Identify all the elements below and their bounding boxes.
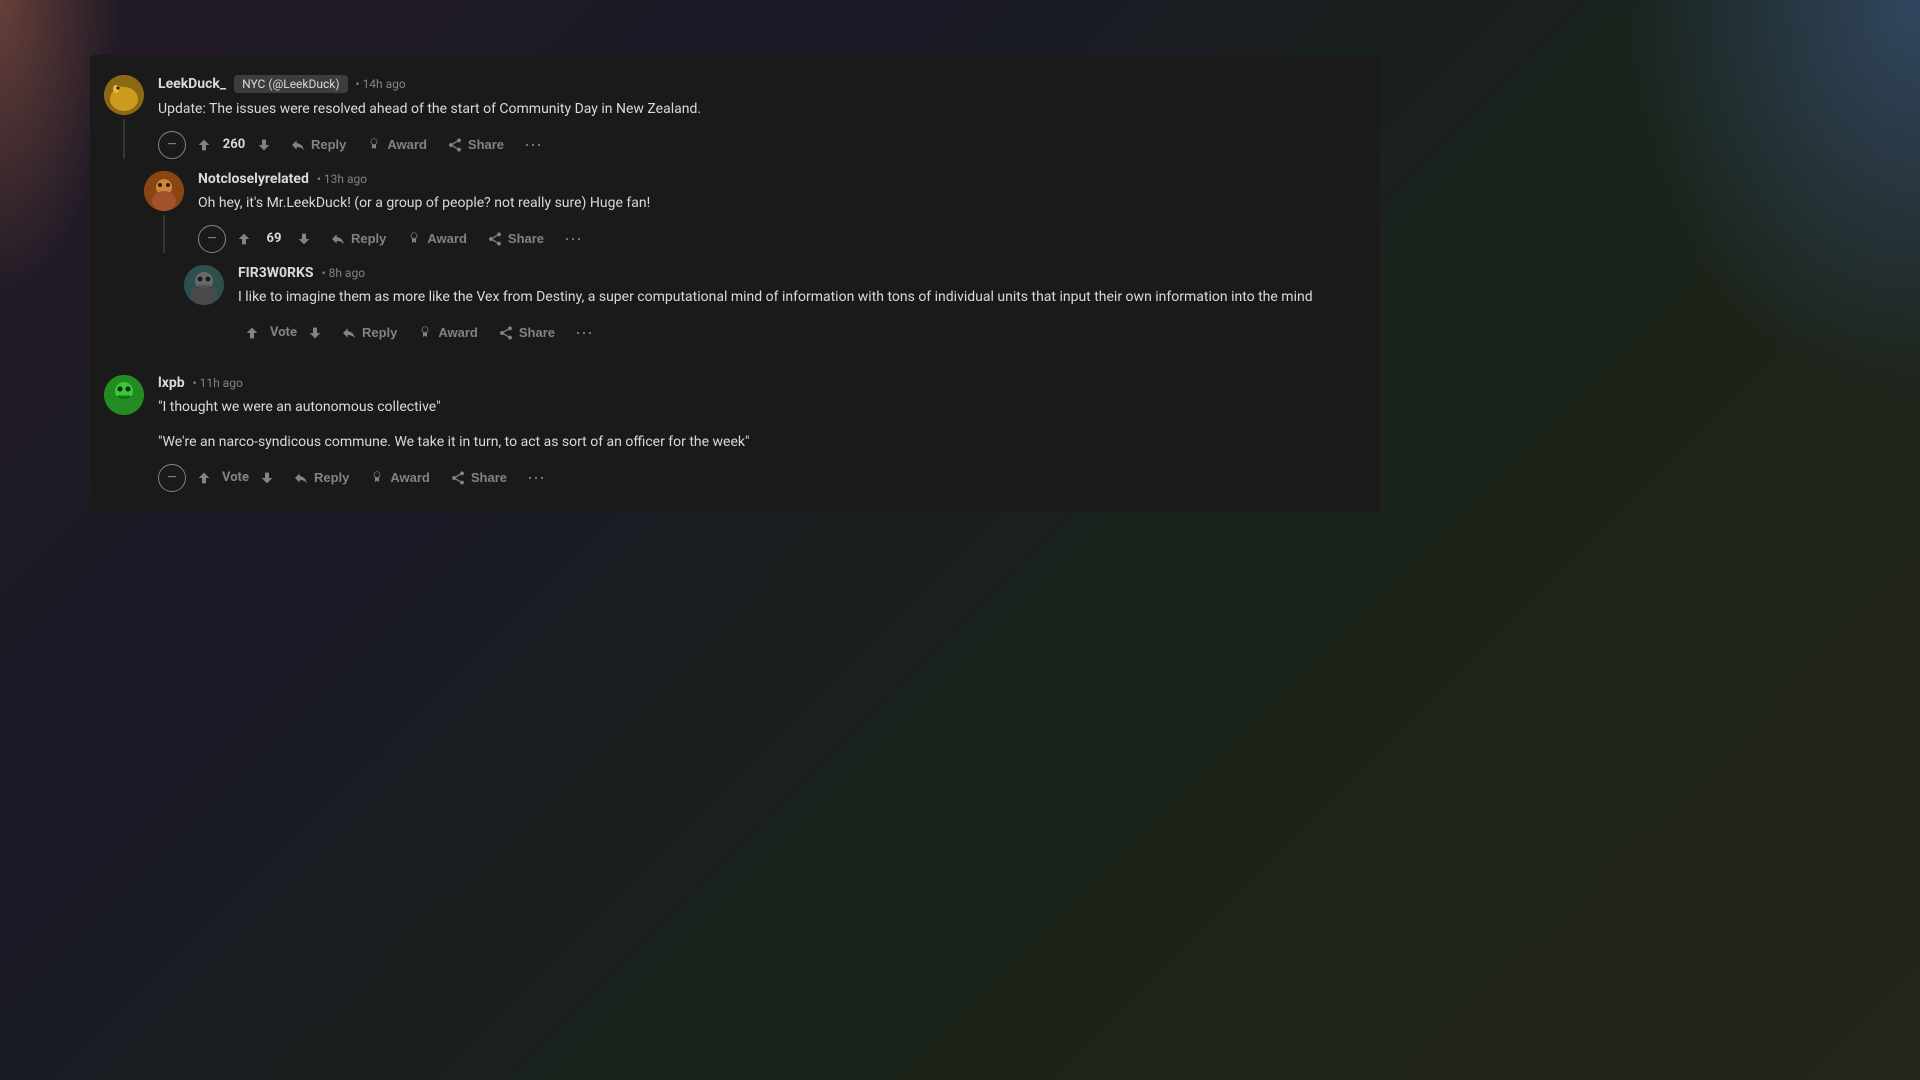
collapse-button-leekduck[interactable]: − <box>158 131 186 159</box>
award-icon <box>366 137 382 153</box>
share-icon-lxpb <box>450 470 466 486</box>
vote-label-fir3w0rks: Vote <box>270 325 297 340</box>
comment-body-notclosely: Notcloselyrelated • 13h ago Oh hey, it's… <box>188 171 1360 253</box>
timestamp-lxpb: • 11h ago <box>193 376 243 390</box>
downvote-button-fir3w0rks[interactable] <box>301 321 329 345</box>
comment-body-lxpb: lxpb • 11h ago "I thought we were an aut… <box>148 375 1360 492</box>
share-button-fir3w0rks[interactable]: Share <box>490 319 563 347</box>
downvote-icon-lxpb <box>259 470 275 486</box>
comment-body-leekduck: LeekDuck_ NYC (@LeekDuck) • 14h ago Upda… <box>148 75 1360 159</box>
replies-level1: Notcloselyrelated • 13h ago Oh hey, it's… <box>140 171 1360 347</box>
reply-icon-notclosely <box>330 231 346 247</box>
upvote-button-lxpb[interactable] <box>190 466 218 490</box>
share-icon-fir3w0rks <box>498 325 514 341</box>
action-bar-notclosely: − 69 Reply Award <box>198 224 1360 253</box>
upvote-icon <box>196 137 212 153</box>
more-options-button-lxpb[interactable]: ··· <box>519 463 553 492</box>
comment-text-lxpb-2: "We're an narco-syndicous commune. We ta… <box>158 432 1360 453</box>
award-button-lxpb[interactable]: Award <box>361 464 438 492</box>
reply-button-lxpb[interactable]: Reply <box>285 464 357 492</box>
comment-notclosely: Notcloselyrelated • 13h ago Oh hey, it's… <box>140 171 1360 253</box>
avatar-leekduck <box>104 75 144 115</box>
reply-icon-lxpb <box>293 470 309 486</box>
timestamp-leekduck: • 14h ago <box>356 77 406 91</box>
share-icon <box>447 137 463 153</box>
award-icon-notclosely <box>406 231 422 247</box>
vote-count-leekduck: 260 <box>222 137 246 152</box>
upvote-icon-fir3w0rks <box>244 325 260 341</box>
upvote-icon-notclosely <box>236 231 252 247</box>
timestamp-notclosely: • 13h ago <box>317 172 367 186</box>
comment-lxpb-wrapper: lxpb • 11h ago "I thought we were an aut… <box>100 375 1360 492</box>
share-button-notclosely[interactable]: Share <box>479 225 552 253</box>
comment-header-leekduck: LeekDuck_ NYC (@LeekDuck) • 14h ago <box>158 75 1360 93</box>
reply-icon-fir3w0rks <box>341 325 357 341</box>
downvote-button-notclosely[interactable] <box>290 227 318 251</box>
reply-icon <box>290 137 306 153</box>
share-icon-notclosely <box>487 231 503 247</box>
username-notclosely: Notcloselyrelated <box>198 171 309 187</box>
downvote-icon <box>256 137 272 153</box>
timestamp-fir3w0rks: • 8h ago <box>322 266 365 280</box>
username-fir3w0rks: FIR3W0RKS <box>238 265 314 281</box>
award-button-notclosely[interactable]: Award <box>398 225 475 253</box>
comment-text-lxpb-1: "I thought we were an autonomous collect… <box>158 397 1360 418</box>
comment-leekduck: LeekDuck_ NYC (@LeekDuck) • 14h ago Upda… <box>100 75 1360 159</box>
avatar-lxpb <box>104 375 144 415</box>
comment-text-notclosely: Oh hey, it's Mr.LeekDuck! (or a group of… <box>198 193 1360 214</box>
downvote-button-lxpb[interactable] <box>253 466 281 490</box>
avatar-fir3w0rks <box>184 265 224 305</box>
more-options-button-notclosely[interactable]: ··· <box>556 224 590 253</box>
award-icon-lxpb <box>369 470 385 486</box>
action-bar-lxpb: − Vote Reply Award <box>158 463 1360 492</box>
comment-text-leekduck: Update: The issues were resolved ahead o… <box>158 99 1360 120</box>
upvote-button-fir3w0rks[interactable] <box>238 321 266 345</box>
vote-count-notclosely: 69 <box>262 231 286 246</box>
action-bar-fir3w0rks: Vote Reply Award <box>238 318 1360 347</box>
avatar-notclosely <box>144 171 184 211</box>
downvote-button-leekduck[interactable] <box>250 133 278 157</box>
award-button-leekduck[interactable]: Award <box>358 131 435 159</box>
username-lxpb: lxpb <box>158 375 185 391</box>
comment-header-notclosely: Notcloselyrelated • 13h ago <box>198 171 1360 187</box>
upvote-icon-lxpb <box>196 470 212 486</box>
vote-label-lxpb: Vote <box>222 470 249 485</box>
username-leekduck: LeekDuck_ <box>158 76 226 92</box>
reply-button-leekduck[interactable]: Reply <box>282 131 354 159</box>
award-icon-fir3w0rks <box>417 325 433 341</box>
collapse-button-lxpb[interactable]: − <box>158 464 186 492</box>
collapse-button-notclosely[interactable]: − <box>198 225 226 253</box>
award-button-fir3w0rks[interactable]: Award <box>409 319 486 347</box>
replies-level2: FIR3W0RKS • 8h ago I like to imagine the… <box>180 265 1360 347</box>
downvote-icon-notclosely <box>296 231 312 247</box>
more-options-button-leekduck[interactable]: ··· <box>516 130 550 159</box>
comment-header-lxpb: lxpb • 11h ago <box>158 375 1360 391</box>
share-button-leekduck[interactable]: Share <box>439 131 512 159</box>
upvote-button-notclosely[interactable] <box>230 227 258 251</box>
more-options-button-fir3w0rks[interactable]: ··· <box>567 318 601 347</box>
comment-body-fir3w0rks: FIR3W0RKS • 8h ago I like to imagine the… <box>228 265 1360 347</box>
upvote-button-leekduck[interactable] <box>190 133 218 157</box>
share-button-lxpb[interactable]: Share <box>442 464 515 492</box>
reply-button-notclosely[interactable]: Reply <box>322 225 394 253</box>
comment-fir3w0rks: FIR3W0RKS • 8h ago I like to imagine the… <box>180 265 1360 347</box>
comments-panel: LeekDuck_ NYC (@LeekDuck) • 14h ago Upda… <box>90 55 1380 512</box>
comment-text-fir3w0rks: I like to imagine them as more like the … <box>238 287 1360 308</box>
reply-button-fir3w0rks[interactable]: Reply <box>333 319 405 347</box>
thread-line-notclosely <box>163 215 165 253</box>
comment-header-fir3w0rks: FIR3W0RKS • 8h ago <box>238 265 1360 281</box>
user-tag-leekduck: NYC (@LeekDuck) <box>234 75 347 93</box>
comment-lxpb: lxpb • 11h ago "I thought we were an aut… <box>100 375 1360 492</box>
action-bar-leekduck: − 260 Reply Award Share <box>158 130 1360 159</box>
thread-line <box>123 119 125 159</box>
downvote-icon-fir3w0rks <box>307 325 323 341</box>
